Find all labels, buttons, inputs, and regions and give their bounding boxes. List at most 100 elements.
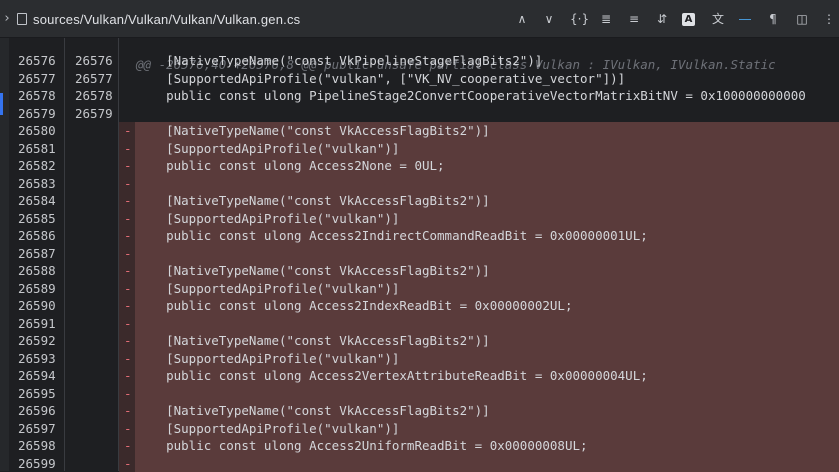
- code-text[interactable]: public const ulong Access2IndexReadBit =…: [136, 297, 573, 315]
- side-by-side-icon[interactable]: ◫: [794, 9, 810, 29]
- old-line-number: 26595: [18, 385, 56, 403]
- deleted-line: 26597 - [SupportedApiProfile("vulkan")]: [0, 420, 839, 438]
- context-line: 26579 26579: [0, 105, 839, 123]
- old-line-number: 26588: [18, 262, 56, 280]
- diff-marker: -: [124, 262, 132, 280]
- diff-marker: -: [124, 157, 132, 175]
- code-text[interactable]: public const ulong PipelineStage2Convert…: [136, 87, 806, 105]
- new-line-number: 26579: [75, 105, 113, 123]
- diff-marker: -: [124, 297, 132, 315]
- old-line-number: 26578: [18, 87, 56, 105]
- old-line-number: 26585: [18, 210, 56, 228]
- highlight-icon[interactable]: A: [682, 13, 695, 26]
- collapse-icon[interactable]: ≣: [598, 9, 614, 29]
- old-line-number: 26587: [18, 245, 56, 263]
- code-text[interactable]: [SupportedApiProfile("vulkan")]: [136, 140, 399, 158]
- code-text[interactable]: [SupportedApiProfile("vulkan")]: [136, 280, 399, 298]
- old-line-number: 26599: [18, 455, 56, 472]
- code-text[interactable]: [NativeTypeName("const VkAccessFlagBits2…: [136, 262, 490, 280]
- deleted-line: 26593 - [SupportedApiProfile("vulkan")]: [0, 350, 839, 368]
- old-line-number: 26584: [18, 192, 56, 210]
- old-line-number: 26593: [18, 350, 56, 368]
- align-icon[interactable]: ≡: [626, 9, 642, 29]
- code-text[interactable]: [NativeTypeName("const VkAccessFlagBits2…: [136, 192, 490, 210]
- code-text[interactable]: [SupportedApiProfile("vulkan")]: [136, 350, 399, 368]
- old-line-number: 26586: [18, 227, 56, 245]
- diff-marker: -: [124, 227, 132, 245]
- file-path: sources/Vulkan/Vulkan/Vulkan/Vulkan.gen.…: [33, 12, 300, 27]
- deleted-line: 26598 - public const ulong Access2Uniform…: [0, 437, 839, 455]
- diff-marker: -: [124, 175, 132, 193]
- old-line-number: 26589: [18, 280, 56, 298]
- code-text[interactable]: public const ulong Access2None = 0UL;: [136, 157, 445, 175]
- diff-marker: -: [124, 350, 132, 368]
- deleted-line: 26592 - [NativeTypeName("const VkAccessFl…: [0, 332, 839, 350]
- code-text[interactable]: public const ulong Access2UniformReadBit…: [136, 437, 588, 455]
- code-text[interactable]: public const ulong Access2VertexAttribut…: [136, 367, 648, 385]
- old-line-number: 26598: [18, 437, 56, 455]
- code-text[interactable]: [NativeTypeName("const VkAccessFlagBits2…: [136, 332, 490, 350]
- code-text[interactable]: [NativeTypeName("const VkAccessFlagBits2…: [136, 402, 490, 420]
- diff-marker: -: [124, 332, 132, 350]
- pilcrow-icon[interactable]: ¶: [765, 9, 781, 29]
- deleted-line: 26590 - public const ulong Access2IndexRe…: [0, 297, 839, 315]
- new-line-number: 26578: [75, 87, 113, 105]
- diff-marker: -: [124, 437, 132, 455]
- code-text[interactable]: [NativeTypeName("const VkAccessFlagBits2…: [136, 122, 490, 140]
- deleted-line: 26584 - [NativeTypeName("const VkAccessFl…: [0, 192, 839, 210]
- deleted-line: 26583 -: [0, 175, 839, 193]
- sort-lines-icon[interactable]: ⇵: [654, 9, 670, 29]
- deleted-line: 26591 -: [0, 315, 839, 333]
- wrap-icon[interactable]: ―: [737, 9, 753, 29]
- diff-marker: -: [124, 455, 132, 472]
- old-line-number: 26592: [18, 332, 56, 350]
- deleted-line: 26582 - public const ulong Access2None = …: [0, 157, 839, 175]
- diff-marker: -: [124, 192, 132, 210]
- old-line-number: 26590: [18, 297, 56, 315]
- code-text[interactable]: public const ulong Access2IndirectComman…: [136, 227, 648, 245]
- context-line: 26576 26576 [NativeTypeName("const VkPipe…: [0, 52, 839, 70]
- prev-change-icon[interactable]: ∧: [514, 9, 530, 29]
- expand-chevron-icon[interactable]: ›: [3, 0, 11, 38]
- diff-marker: -: [124, 315, 132, 333]
- diff-marker: -: [124, 402, 132, 420]
- old-line-number: 26579: [18, 105, 56, 123]
- old-line-number: 26582: [18, 157, 56, 175]
- diff-marker: -: [124, 280, 132, 298]
- context-line: 26577 26577 [SupportedApiProfile("vulkan"…: [0, 70, 839, 88]
- deleted-line: 26599 -: [0, 455, 839, 472]
- diff-marker: -: [124, 420, 132, 438]
- translate-icon[interactable]: 文: [710, 9, 726, 29]
- old-line-number: 26596: [18, 402, 56, 420]
- diff-editor[interactable]: @@ -26576,40 +26576,8 @@ public unsafe p…: [0, 38, 839, 471]
- old-line-number: 26577: [18, 70, 56, 88]
- old-line-number: 26583: [18, 175, 56, 193]
- deleted-line: 26587-: [0, 245, 839, 263]
- deleted-line: 26586 - public const ulong Access2Indirec…: [0, 227, 839, 245]
- diff-marker: -: [124, 385, 132, 403]
- new-line-number: 26577: [75, 70, 113, 88]
- code-text[interactable]: [SupportedApiProfile("vulkan", ["VK_NV_c…: [136, 70, 625, 88]
- code-text[interactable]: [SupportedApiProfile("vulkan")]: [136, 420, 399, 438]
- old-line-number: 26581: [18, 140, 56, 158]
- deleted-line: 26596 - [NativeTypeName("const VkAccessFl…: [0, 402, 839, 420]
- code-text[interactable]: [NativeTypeName("const VkPipelineStageFl…: [136, 52, 542, 70]
- diff-marker: -: [124, 367, 132, 385]
- deleted-line: 26585- [SupportedApiProfile("vulkan")]: [0, 210, 839, 228]
- old-line-number: 26597: [18, 420, 56, 438]
- next-change-icon[interactable]: ∨: [541, 9, 557, 29]
- deleted-line: 26595 -: [0, 385, 839, 403]
- old-line-number: 26594: [18, 367, 56, 385]
- code-text[interactable]: [SupportedApiProfile("vulkan")]: [136, 210, 399, 228]
- diff-marker: -: [124, 122, 132, 140]
- old-line-number: 26576: [18, 52, 56, 70]
- deleted-line: 26594 - public const ulong Access2VertexA…: [0, 367, 839, 385]
- whitespace-icon[interactable]: {·}: [570, 9, 586, 29]
- file-icon: [17, 13, 27, 25]
- more-icon[interactable]: ⋮: [821, 9, 837, 29]
- deleted-line: 26589 - [SupportedApiProfile("vulkan")]: [0, 280, 839, 298]
- deleted-line: 26580- [NativeTypeName("const VkAccessFl…: [0, 122, 839, 140]
- old-line-number: 26591: [18, 315, 56, 333]
- deleted-line: 26588 - [NativeTypeName("const VkAccessFl…: [0, 262, 839, 280]
- new-line-number: 26576: [75, 52, 113, 70]
